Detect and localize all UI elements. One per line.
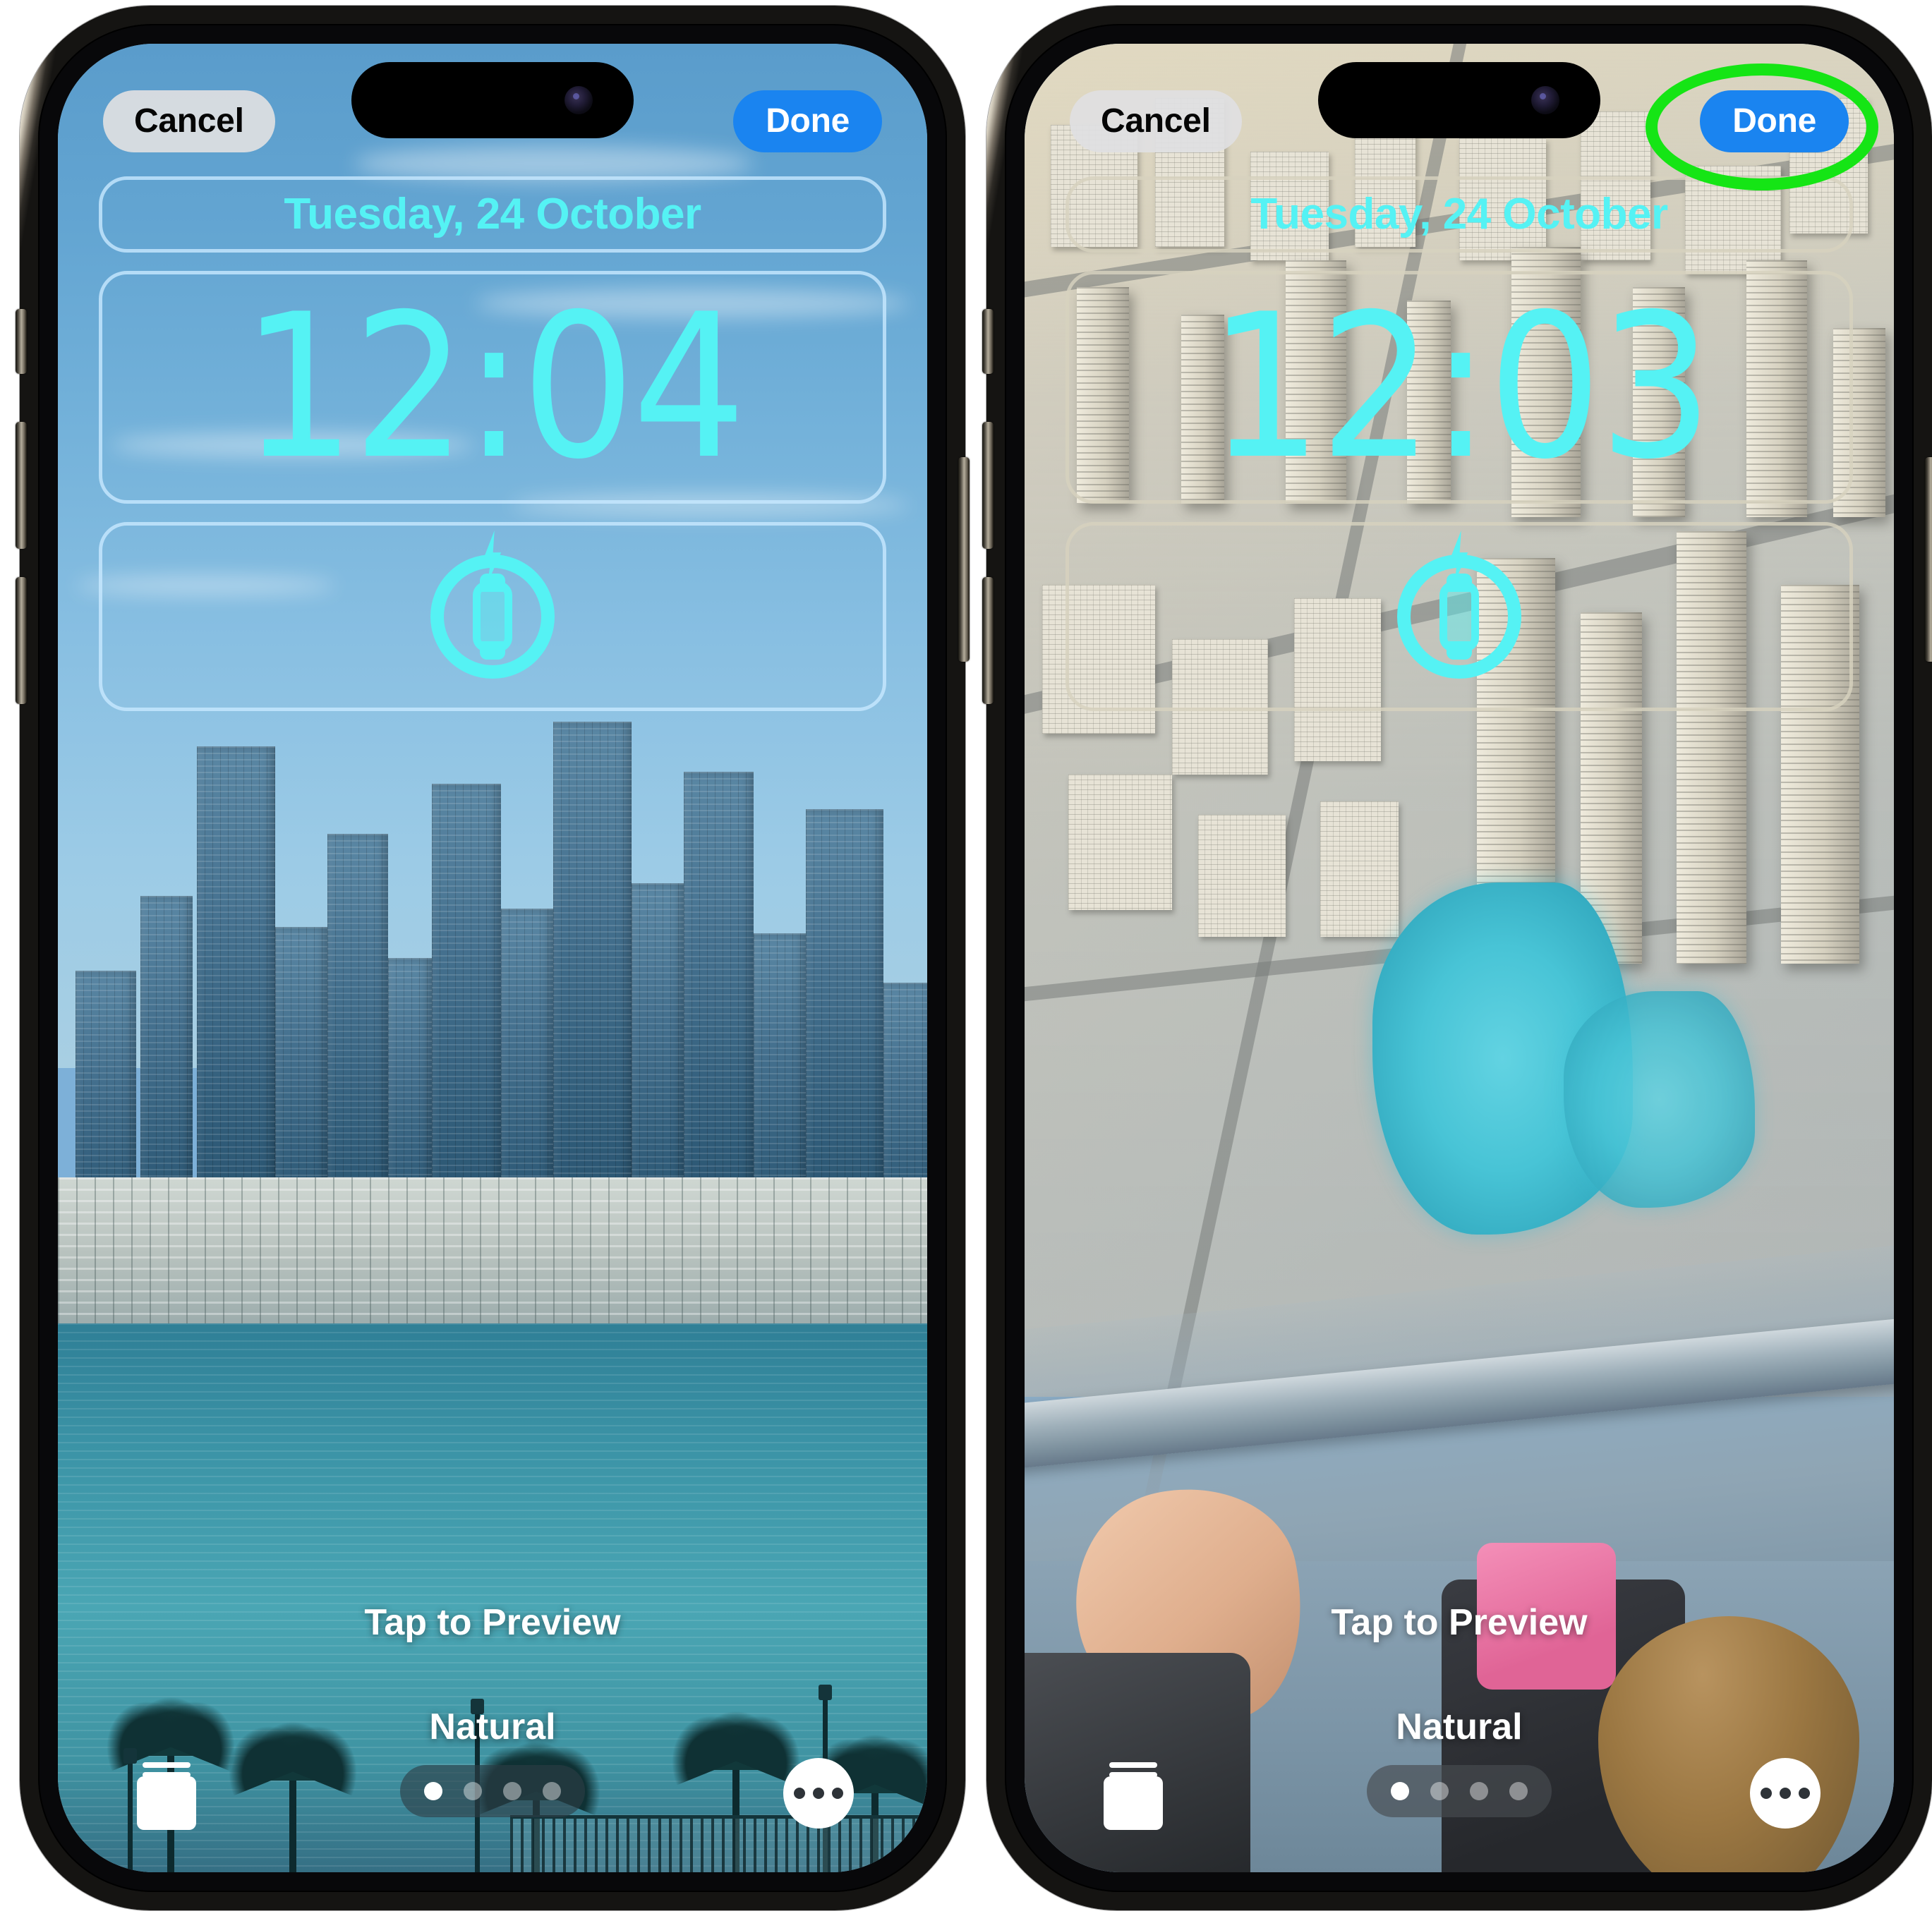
photo-stack-icon[interactable]: [137, 1762, 196, 1830]
power-button-left-phone[interactable]: [958, 457, 970, 662]
page-dot-2[interactable]: [1430, 1782, 1449, 1800]
volume-down-button-right-phone[interactable]: [982, 577, 994, 704]
clock-text: 12:04: [241, 271, 746, 503]
device-bezel-left: Cancel Done Tuesday, 24 October 12:04 Ta…: [38, 24, 947, 1892]
volume-up-button-right-phone[interactable]: [982, 422, 994, 549]
page-dot-1[interactable]: [424, 1782, 442, 1800]
done-button[interactable]: Done: [733, 90, 882, 152]
clock-widget[interactable]: 12:04: [99, 271, 886, 504]
photo-stack-icon[interactable]: [1104, 1762, 1163, 1830]
page-dot-2[interactable]: [464, 1782, 482, 1800]
photo-style-label: Natural: [429, 1706, 556, 1747]
volume-up-button-left-phone[interactable]: [16, 422, 27, 549]
iphone-device-left: Cancel Done Tuesday, 24 October 12:04 Ta…: [16, 6, 970, 1910]
page-dot-3[interactable]: [1470, 1782, 1488, 1800]
style-page-indicator[interactable]: [400, 1765, 585, 1817]
skyline-region: [58, 647, 927, 1269]
date-text: Tuesday, 24 October: [1250, 190, 1668, 238]
watch-charging-icon: [1397, 530, 1521, 679]
lockscreen-widget-stack-right: Tuesday, 24 October 12:03: [1065, 176, 1853, 711]
cancel-button[interactable]: Cancel: [103, 90, 275, 152]
editor-bottom-bar-right: [1025, 1754, 1894, 1838]
clock-widget[interactable]: 12:03: [1065, 271, 1853, 504]
tap-to-preview-label: Tap to Preview: [364, 1602, 621, 1643]
page-dot-3[interactable]: [503, 1782, 521, 1800]
volume-down-button-left-phone[interactable]: [16, 577, 27, 704]
annotation-highlight-circle: [1646, 63, 1878, 190]
screen-right: Cancel Done Tuesday, 24 October 12:03 Ta…: [1025, 44, 1894, 1872]
lockscreen-widget-stack-left: Tuesday, 24 October 12:04: [99, 176, 886, 711]
screenshot-canvas: Cancel Done Tuesday, 24 October 12:04 Ta…: [0, 0, 1932, 1916]
watch-charging-icon: [430, 530, 555, 679]
power-button-right-phone[interactable]: [1925, 457, 1932, 662]
action-button-left-phone[interactable]: [16, 309, 27, 374]
clock-text: 12:03: [1208, 271, 1713, 503]
cancel-button[interactable]: Cancel: [1070, 90, 1242, 152]
date-widget[interactable]: Tuesday, 24 October: [99, 176, 886, 253]
page-dot-4[interactable]: [1509, 1782, 1528, 1800]
photo-style-label: Natural: [1396, 1706, 1523, 1747]
widget-slot[interactable]: [1065, 522, 1853, 711]
style-page-indicator[interactable]: [1367, 1765, 1552, 1817]
iphone-device-right: Cancel Done Tuesday, 24 October 12:03 Ta…: [982, 6, 1932, 1910]
ellipsis-icon[interactable]: [1750, 1758, 1821, 1829]
ellipsis-icon[interactable]: [783, 1758, 854, 1829]
page-dot-4[interactable]: [543, 1782, 561, 1800]
device-bezel-right: Cancel Done Tuesday, 24 October 12:03 Ta…: [1005, 24, 1914, 1892]
editor-toolbar-left: Cancel Done: [58, 83, 927, 168]
editor-toolbar-right: Cancel Done: [1025, 63, 1894, 190]
widget-slot[interactable]: [99, 522, 886, 711]
page-dot-1[interactable]: [1391, 1782, 1409, 1800]
editor-bottom-bar-left: [58, 1754, 927, 1838]
screen-left: Cancel Done Tuesday, 24 October 12:04 Ta…: [58, 44, 927, 1872]
action-button-right-phone[interactable]: [982, 309, 994, 374]
date-text: Tuesday, 24 October: [284, 190, 701, 238]
tap-to-preview-label: Tap to Preview: [1331, 1602, 1588, 1643]
